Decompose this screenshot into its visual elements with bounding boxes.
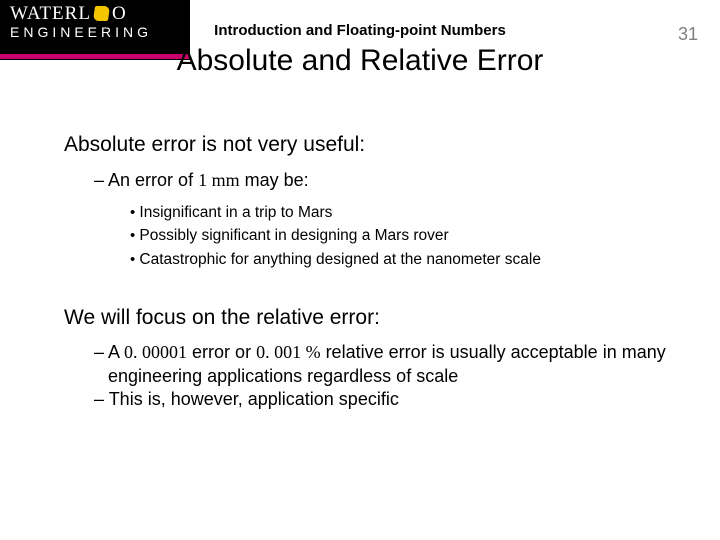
bullet-3: Catastrophic for anything designed at th… <box>130 248 680 272</box>
dash2-text-mid: error or <box>187 342 256 362</box>
dash-item-3: This is, however, application specific <box>94 388 680 411</box>
bullet-2: Possibly significant in designing a Mars… <box>130 224 680 248</box>
slide-body: Absolute error is not very useful: An er… <box>64 132 680 411</box>
logo-text-a: WATERL <box>10 4 91 23</box>
logo-wordmark: WATERL O <box>10 4 180 23</box>
page-number: 31 <box>678 24 698 45</box>
dash-item-1: An error of 1 mm may be: <box>94 168 680 192</box>
lion-icon <box>93 6 110 21</box>
paragraph-2: We will focus on the relative error: <box>64 305 680 331</box>
dash2-value2: 0. 001 % <box>256 342 321 362</box>
dash2-text-a: A <box>108 342 124 362</box>
logo-text-b: O <box>112 4 127 23</box>
dash1-text-b: may be: <box>240 170 309 190</box>
slide-title: Absolute and Relative Error <box>0 44 720 78</box>
dash1-text-a: An error of <box>108 170 198 190</box>
dash1-value: 1 mm <box>198 170 240 190</box>
slide: WATERLO ENGINEERING Introduction and Flo… <box>0 0 720 540</box>
paragraph-1: Absolute error is not very useful: <box>64 132 680 158</box>
dash-item-2: A 0. 00001 error or 0. 001 % relative er… <box>94 341 680 388</box>
header-subtitle: Introduction and Floating-point Numbers <box>0 22 720 39</box>
dash2-value1: 0. 00001 <box>124 342 187 362</box>
bullet-1: Insignificant in a trip to Mars <box>130 201 680 225</box>
